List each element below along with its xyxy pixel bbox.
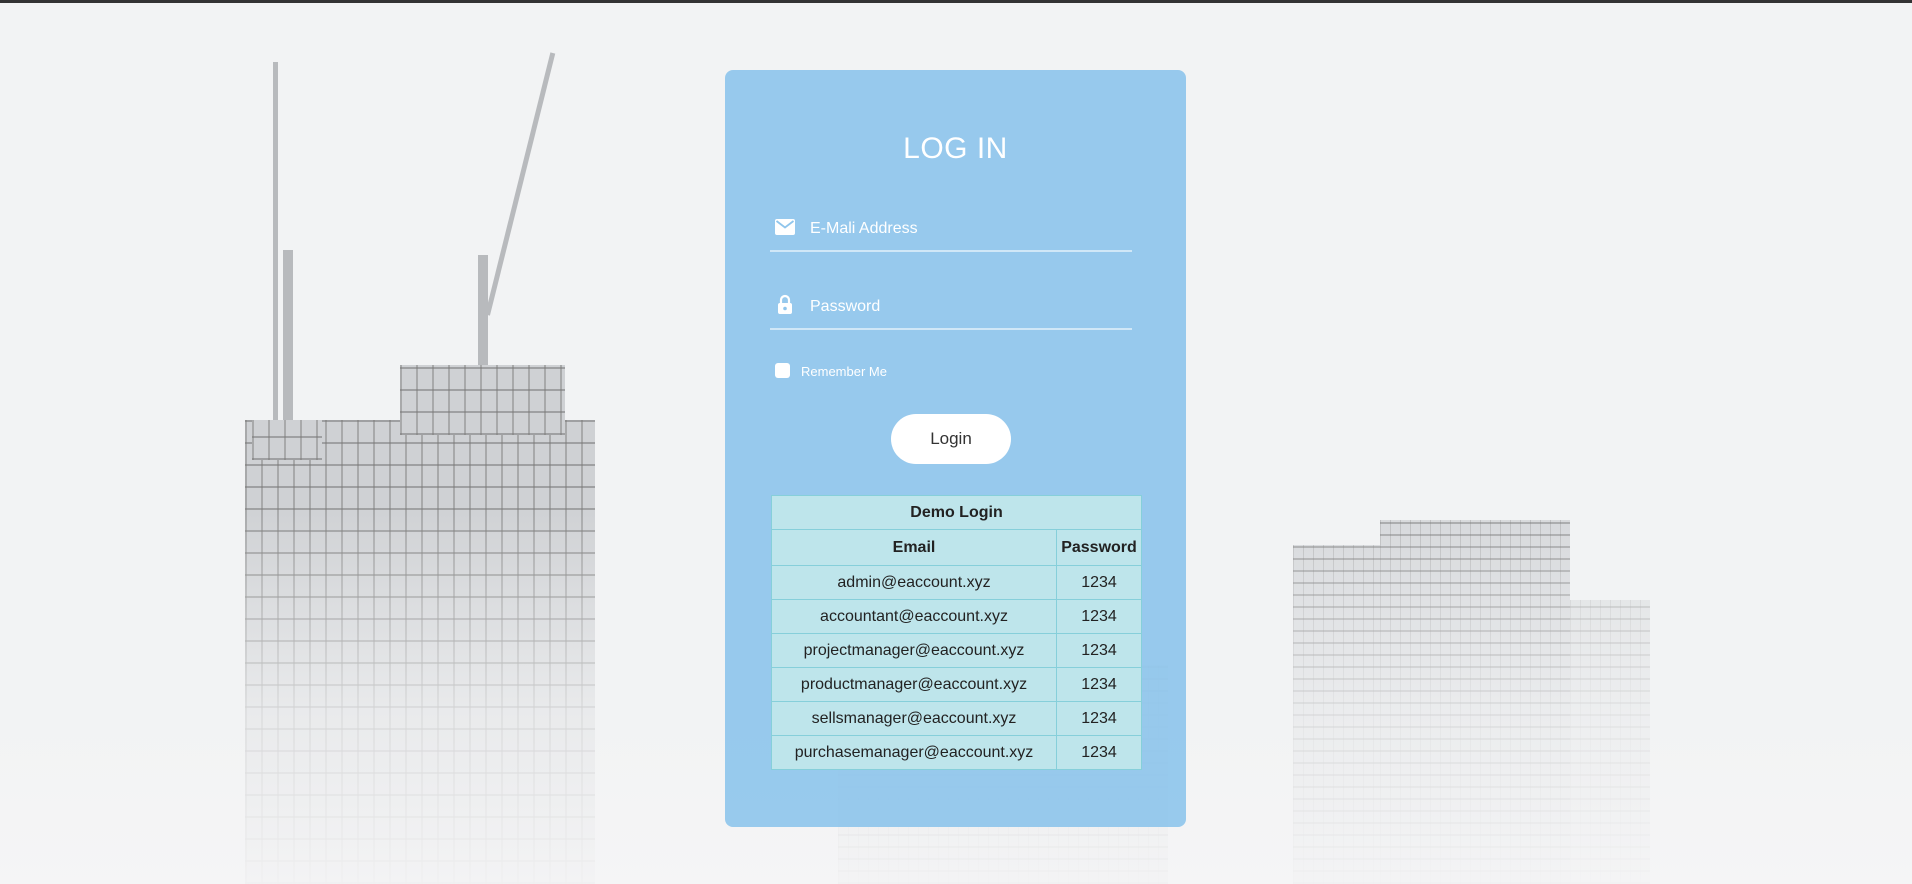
crane-tower-right: [478, 255, 488, 375]
email-field: [770, 206, 1132, 252]
demo-password-cell: 1234: [1056, 599, 1142, 634]
demo-password-cell: 1234: [1056, 565, 1142, 600]
demo-login-table: Demo Login Email Password admin@eaccount…: [771, 495, 1142, 770]
crane-jib-right: [485, 52, 556, 316]
envelope-icon: [775, 219, 795, 237]
table-row[interactable]: projectmanager@eaccount.xyz 1234: [771, 633, 1142, 668]
remember-me-label: Remember Me: [801, 364, 887, 379]
table-row[interactable]: productmanager@eaccount.xyz 1234: [771, 667, 1142, 702]
demo-password-cell: 1234: [1056, 633, 1142, 668]
demo-email-cell: accountant@eaccount.xyz: [771, 599, 1057, 634]
remember-me-checkbox[interactable]: [775, 363, 790, 378]
demo-password-cell: 1234: [1056, 735, 1142, 770]
demo-email-cell: projectmanager@eaccount.xyz: [771, 633, 1057, 668]
crane-tower-left: [283, 250, 293, 420]
demo-password-cell: 1234: [1056, 667, 1142, 702]
table-row[interactable]: sellsmanager@eaccount.xyz 1234: [771, 701, 1142, 736]
column-header-password: Password: [1056, 529, 1142, 566]
login-button[interactable]: Login: [891, 414, 1011, 464]
building-left-wing: [252, 420, 322, 460]
demo-email-cell: purchasemanager@eaccount.xyz: [771, 735, 1057, 770]
password-input[interactable]: [808, 292, 1122, 322]
email-input[interactable]: [808, 214, 1122, 244]
demo-login-caption: Demo Login: [771, 495, 1142, 530]
demo-email-cell: productmanager@eaccount.xyz: [771, 667, 1057, 702]
demo-password-cell: 1234: [1056, 701, 1142, 736]
table-row[interactable]: admin@eaccount.xyz 1234: [771, 565, 1142, 600]
building-top-floors: [400, 365, 565, 435]
column-header-email: Email: [771, 529, 1057, 566]
crane-mast-left: [273, 62, 278, 422]
lock-icon: [777, 294, 797, 314]
demo-email-cell: admin@eaccount.xyz: [771, 565, 1057, 600]
demo-email-cell: sellsmanager@eaccount.xyz: [771, 701, 1057, 736]
table-row[interactable]: accountant@eaccount.xyz 1234: [771, 599, 1142, 634]
password-field: [770, 284, 1132, 330]
table-row[interactable]: purchasemanager@eaccount.xyz 1234: [771, 735, 1142, 770]
page-title: LOG IN: [903, 132, 1008, 165]
